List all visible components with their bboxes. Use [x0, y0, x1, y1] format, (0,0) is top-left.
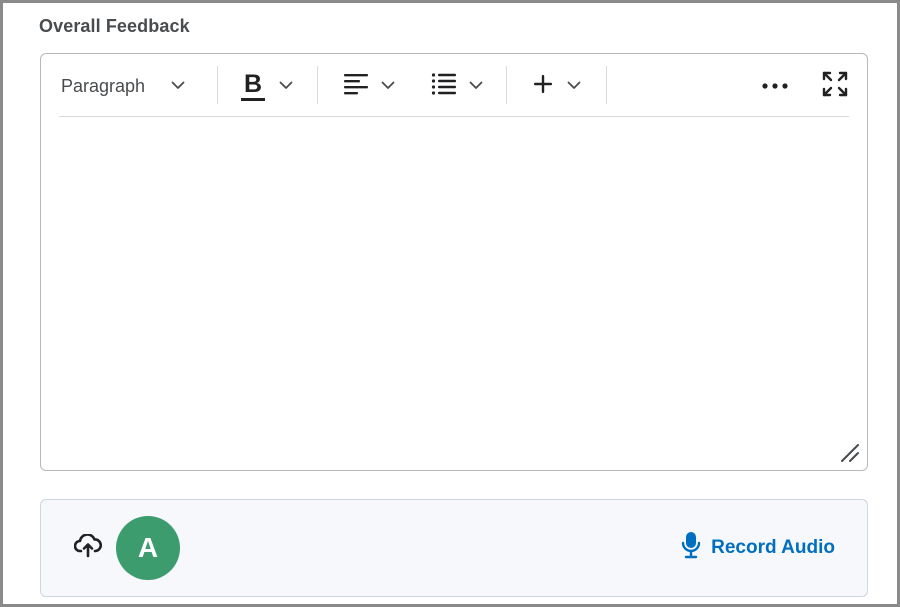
toolbar-divider — [506, 66, 507, 104]
plus-icon — [533, 74, 553, 99]
more-horizontal-icon — [761, 77, 789, 95]
toolbar-divider — [606, 66, 607, 104]
bulleted-list-icon — [431, 72, 457, 101]
resize-handle-icon[interactable] — [839, 442, 861, 464]
record-audio-button[interactable]: Record Audio — [681, 532, 835, 564]
attachments-bar: A Record Audio — [40, 499, 868, 597]
chevron-down-icon — [279, 77, 293, 95]
section-title: Overall Feedback — [39, 16, 190, 36]
avatar[interactable]: A — [116, 516, 180, 580]
chevron-down-icon — [171, 77, 185, 95]
microphone-icon — [681, 531, 701, 565]
insert-button[interactable] — [533, 64, 589, 108]
rich-text-editor: Paragraph B — [40, 53, 868, 471]
editor-content-area[interactable] — [59, 120, 849, 456]
chevron-down-icon — [469, 77, 483, 95]
cloud-upload-icon — [73, 532, 103, 563]
record-audio-label: Record Audio — [711, 537, 835, 558]
align-button[interactable] — [343, 64, 403, 108]
feedback-panel: Overall Feedback Paragraph B A Record Au… — [0, 0, 900, 607]
bold-label: B — [243, 69, 263, 98]
align-left-icon — [343, 72, 369, 101]
format-select-value: Paragraph — [61, 75, 146, 96]
fullscreen-button[interactable] — [819, 64, 851, 108]
more-options-button[interactable] — [757, 64, 793, 108]
toolbar-divider — [217, 66, 218, 104]
editor-toolbar: Paragraph B — [59, 64, 849, 117]
format-select[interactable]: Paragraph — [61, 64, 197, 108]
list-button[interactable] — [431, 64, 493, 108]
bold-icon: B — [241, 69, 265, 101]
chevron-down-icon — [567, 77, 581, 95]
bold-button[interactable]: B — [241, 64, 301, 108]
toolbar-divider — [317, 66, 318, 104]
upload-file-button[interactable] — [71, 532, 105, 563]
fullscreen-icon — [822, 71, 848, 102]
chevron-down-icon — [381, 77, 395, 95]
